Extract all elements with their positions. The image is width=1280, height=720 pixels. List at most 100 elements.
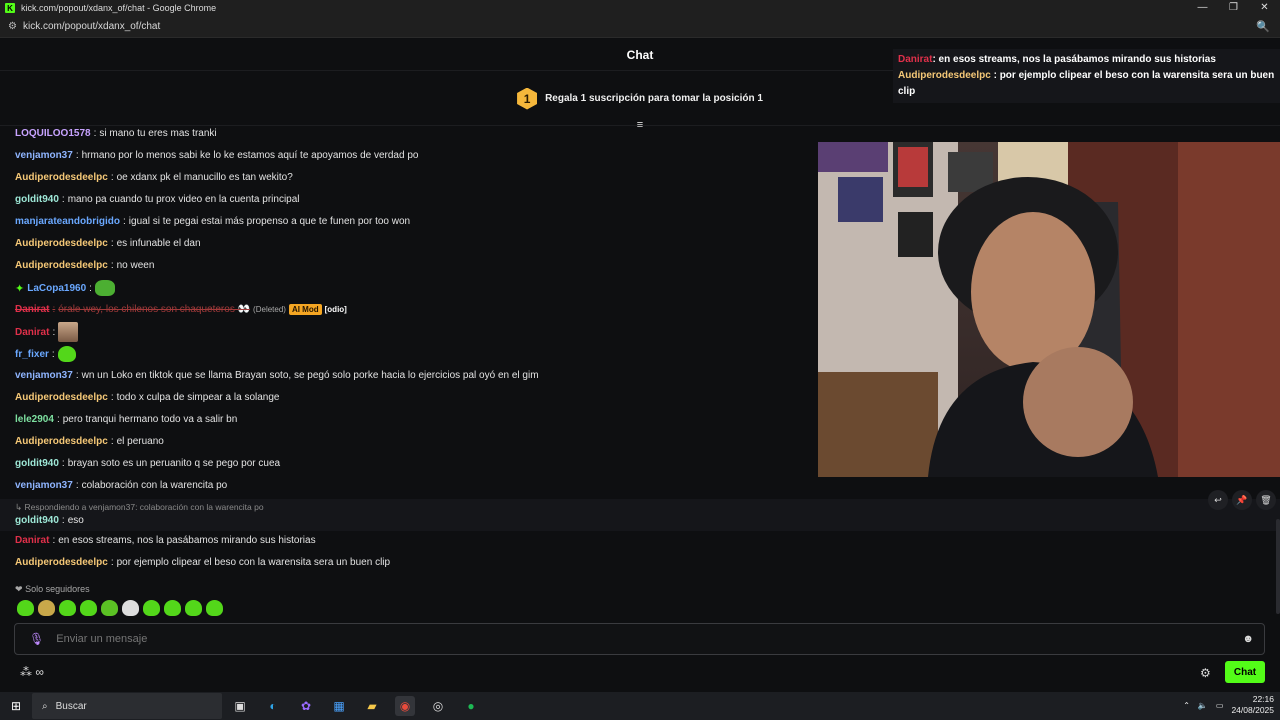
chat-message: Audiperodesdeelpc: todo x culpa de simpe… [15,392,280,403]
moderation-reason: [odio] [324,305,347,314]
message-username[interactable]: lele2904 [15,414,54,425]
sparkle-badge-icon: ✦ [15,282,25,295]
emote-icon[interactable] [143,600,160,616]
reply-icon[interactable]: ↩ [1208,490,1228,510]
message-text: en esos streams, nos la pasábamos mirand… [58,535,316,546]
message-username[interactable]: Danirat [15,304,49,315]
settings-gear-icon[interactable]: ⚙ [1200,666,1211,680]
message-text: el peruano [116,436,164,447]
message-text: si mano tu eres mas tranki [99,128,217,139]
store-icon[interactable]: ▦ [329,696,349,716]
chat-message: lele2904: pero tranqui hermano todo va a… [15,414,238,425]
chat-message: fr_fixer: [15,346,76,362]
rank-badge-icon: 1 [517,87,538,110]
emoji-picker-icon[interactable]: ☻ [1242,633,1254,645]
message-username[interactable]: venjamon37 [15,480,73,491]
taskbar-search[interactable]: ⌕ Buscar [32,693,222,719]
quick-emote-row [17,600,223,616]
message-username[interactable]: venjamon37 [15,370,73,381]
obs-icon[interactable]: ◎ [428,696,448,716]
address-bar[interactable]: ⚙ kick.com/popout/xdanx_of/chat 🔍 [0,16,1280,38]
emote-icon[interactable] [17,600,34,616]
task-view-icon[interactable]: ▣ [230,696,250,716]
frog-emote-icon[interactable] [94,280,115,296]
message-username[interactable]: goldit940 [15,194,59,205]
message-username[interactable]: goldit940 [15,458,59,469]
pin-icon[interactable]: 📌 [1232,490,1252,510]
overlay-text: : en esos streams, nos la pasábamos mira… [932,54,1216,65]
message-input-box[interactable]: 🎙 ☻ [14,623,1265,655]
windows-start-icon[interactable]: ⊞ [0,699,32,713]
green-blob-emote-icon[interactable] [57,346,76,362]
network-icon[interactable]: ▭ [1216,701,1224,710]
message-username[interactable]: Audiperodesdeelpc [15,172,108,183]
site-settings-icon[interactable]: ⚙ [8,21,17,32]
message-text: brayan soto es un peruanito q se pego po… [67,458,281,469]
microphone-icon[interactable]: 🎙 [29,632,44,646]
emote-icon[interactable] [122,600,139,616]
restore-button[interactable]: ❐ [1218,0,1249,16]
edge-icon[interactable]: ◐ [263,696,283,716]
chat-message: Audiperodesdeelpc: el peruano [15,436,164,447]
message-username[interactable]: Danirat [15,327,49,338]
message-input[interactable] [56,633,1243,645]
spotify-icon[interactable]: ● [461,696,481,716]
message-username[interactable]: Audiperodesdeelpc [15,260,108,271]
message-username[interactable]: LaCopa1960 [27,283,86,294]
volume-icon[interactable]: 🔈 [1198,701,1208,710]
message-username[interactable]: Audiperodesdeelpc [15,238,108,249]
emote-icon[interactable] [80,600,97,616]
message-text: es infunable el dan [116,238,201,249]
message-text: igual si te pegai estai más propenso a q… [128,216,411,227]
zoom-icon[interactable]: 🔍 [1256,20,1270,33]
emote-icon[interactable] [206,600,223,616]
url-text[interactable]: kick.com/popout/xdanx_of/chat [23,21,160,32]
close-button[interactable]: ✕ [1249,0,1280,16]
chat-message: Danirat: en esos streams, nos la pasábam… [15,535,316,546]
message-text: eso [67,515,84,526]
message-username[interactable]: Audiperodesdeelpc [15,392,108,403]
chat-message: Audiperodesdeelpc: es infunable el dan [15,238,201,249]
message-username[interactable]: fr_fixer [15,349,49,360]
chat-message: venjamon37: colaboración con la warencit… [15,480,228,491]
copilot-icon[interactable]: ✿ [296,696,316,716]
followers-only-notice: ❤ Solo seguidores [15,584,90,594]
kick-favicon-icon: K [5,3,15,13]
message-username[interactable]: goldit940 [15,515,59,526]
message-username[interactable]: Audiperodesdeelpc [15,557,108,568]
search-icon: ⌕ [42,700,48,712]
overlay-username: Danirat [898,54,933,65]
chat-message: venjamon37: wn un Loko en tiktok que se … [15,370,539,381]
chat-footer: ⁂ ∞ ⚙ Chat [0,661,1280,689]
points-infinity-icon[interactable]: ⁂ ∞ [20,665,44,679]
message-username[interactable]: manjarateandobrigido [15,216,120,227]
reply-message: ↳ Respondiendo a venjamon37: colaboració… [0,499,1280,531]
delete-icon[interactable]: 🗑 [1256,490,1276,510]
chrome-icon[interactable]: ◉ [395,696,415,716]
message-username[interactable]: Audiperodesdeelpc [15,436,108,447]
emote-icon[interactable] [38,600,55,616]
emote-icon[interactable] [59,600,76,616]
webcam-illustration [818,142,1280,477]
reply-reference[interactable]: ↳ Respondiendo a venjamon37: colaboració… [15,502,264,513]
emote-icon[interactable] [185,600,202,616]
file-explorer-icon[interactable]: ▰ [362,696,382,716]
message-text: pero tranqui hermano todo va a salir bn [62,414,238,425]
window-title: kick.com/popout/xdanx_of/chat - Google C… [21,3,217,13]
overlay-chat-box: Danirat: en esos streams, nos la pasábam… [893,49,1280,103]
message-username[interactable]: Danirat [15,535,49,546]
message-text: hrmano por lo menos sabi ke lo ke estamo… [81,150,419,161]
chat-message: Danirat: [15,322,79,342]
face-emote-icon[interactable] [58,322,79,342]
message-username[interactable]: venjamon37 [15,150,73,161]
emote-icon[interactable] [164,600,181,616]
taskbar-clock[interactable]: 22:16 24/08/2025 [1231,694,1274,716]
message-actions: ↩ 📌 🗑 [1208,490,1276,510]
message-username[interactable]: LOQUILOO1578 [15,128,91,139]
chat-message-deleted: Danirat: órale wey, los chilenos son cha… [15,304,347,315]
minimize-button[interactable]: — [1187,0,1218,16]
tray-expand-icon[interactable]: ⌃ [1183,701,1190,710]
emote-icon[interactable] [101,600,118,616]
send-chat-button[interactable]: Chat [1225,661,1265,683]
chat-scrollbar[interactable] [1276,519,1280,614]
